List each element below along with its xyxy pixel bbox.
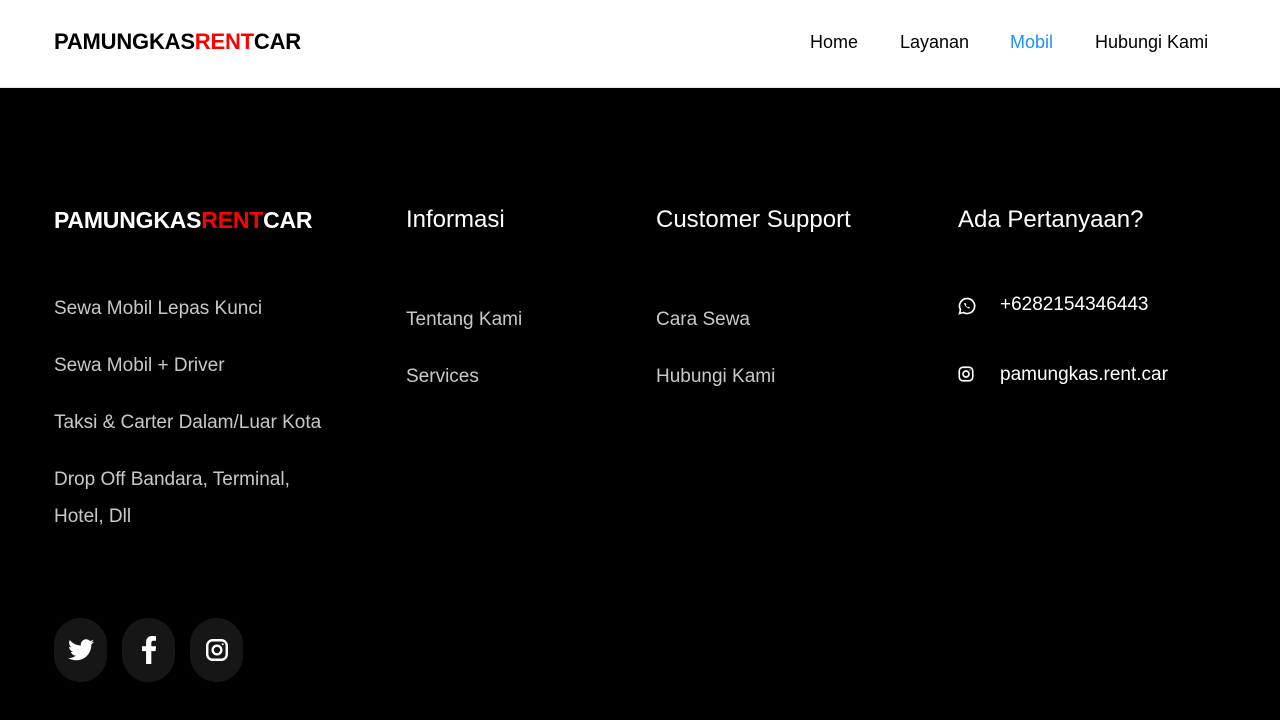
service-item: Drop Off Bandara, Terminal, Hotel, Dll bbox=[54, 469, 290, 527]
footer: PAMUNGKASRENTCAR Sewa Mobil Lepas Kunci … bbox=[0, 89, 1280, 720]
nav-home[interactable]: Home bbox=[810, 32, 858, 53]
twitter-button[interactable] bbox=[54, 618, 107, 682]
footer-brand: PAMUNGKASRENTCAR bbox=[54, 207, 313, 234]
customer-support-heading: Customer Support bbox=[656, 206, 851, 233]
informasi-heading: Informasi bbox=[406, 206, 505, 233]
link-services[interactable]: Services bbox=[406, 366, 479, 388]
questions-heading: Ada Pertanyaan? bbox=[958, 206, 1144, 233]
service-item: Sewa Mobil + Driver bbox=[54, 355, 225, 376]
instagram-handle[interactable]: pamungkas.rent.car bbox=[1000, 364, 1168, 386]
top-navbar: PAMUNGKASRENTCAR Home Layanan Mobil Hubu… bbox=[0, 0, 1280, 88]
facebook-icon bbox=[141, 635, 156, 665]
nav-mobil[interactable]: Mobil bbox=[1010, 32, 1053, 53]
footer-brand-part-2: RENT bbox=[201, 207, 264, 233]
main-nav: Home Layanan Mobil Hubungi Kami bbox=[0, 32, 1280, 56]
instagram-icon bbox=[957, 365, 977, 385]
facebook-button[interactable] bbox=[122, 618, 175, 682]
instagram-icon bbox=[204, 637, 230, 663]
service-item: Sewa Mobil Lepas Kunci bbox=[54, 298, 263, 319]
footer-brand-part-1: PAMUNGKAS bbox=[54, 207, 202, 233]
nav-hubungi-kami[interactable]: Hubungi Kami bbox=[1095, 32, 1208, 53]
link-hubungi-kami[interactable]: Hubungi Kami bbox=[656, 366, 775, 388]
phone-number[interactable]: +6282154346443 bbox=[1000, 294, 1148, 316]
whatsapp-icon bbox=[957, 296, 977, 316]
nav-layanan[interactable]: Layanan bbox=[900, 32, 969, 53]
link-tentang-kami[interactable]: Tentang Kami bbox=[406, 309, 522, 331]
footer-brand-part-3: CAR bbox=[263, 207, 313, 233]
twitter-icon bbox=[67, 639, 94, 661]
link-cara-sewa[interactable]: Cara Sewa bbox=[656, 309, 750, 331]
service-item: Taksi & Carter Dalam/Luar Kota bbox=[54, 412, 322, 433]
instagram-button[interactable] bbox=[190, 618, 243, 682]
